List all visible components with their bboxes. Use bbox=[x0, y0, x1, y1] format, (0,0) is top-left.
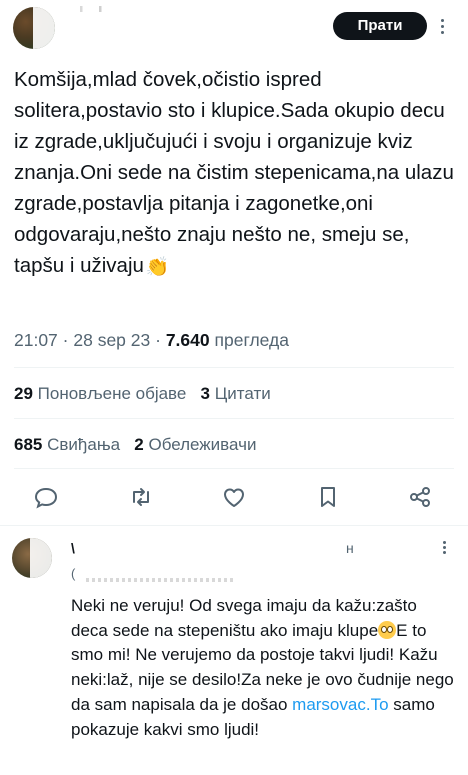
reply-more-options-icon[interactable] bbox=[436, 538, 454, 556]
likes-count: 685 bbox=[14, 435, 43, 454]
divider bbox=[14, 367, 454, 368]
reply-post[interactable]: \ ( н Neki ne veruju! Od svega imaju da … bbox=[0, 526, 468, 775]
stats-row-likes: 685 Свиђања 2 Обележивачи bbox=[14, 435, 256, 455]
likes-label: Свиђања bbox=[47, 435, 121, 454]
reply-icon[interactable] bbox=[33, 482, 59, 512]
post-date[interactable]: 28 sep 23 bbox=[73, 330, 150, 350]
meta-separator: · bbox=[62, 330, 69, 350]
post-time[interactable]: 21:07 bbox=[14, 330, 58, 350]
bookmark-icon[interactable] bbox=[315, 482, 341, 512]
post-text-body: Komšija,mlad čovek,očistio ispred solite… bbox=[14, 68, 454, 277]
post-header: Прати bbox=[0, 0, 468, 56]
post-text: Komšija,mlad čovek,očistio ispred solite… bbox=[14, 64, 454, 283]
author-name-redacted bbox=[68, 6, 128, 12]
divider bbox=[14, 418, 454, 419]
reply-link[interactable]: marsovac.To bbox=[292, 695, 388, 714]
like-icon[interactable] bbox=[221, 482, 247, 512]
reposts-stat[interactable]: 29 Поновљене објаве bbox=[14, 384, 186, 403]
more-options-icon[interactable] bbox=[432, 15, 454, 37]
reposts-count: 29 bbox=[14, 384, 33, 403]
rolling-eyes-emoji bbox=[378, 620, 397, 639]
reply-text: Neki ne veruju! Od svega imaju da kažu:z… bbox=[71, 594, 455, 742]
views-count: 7.640 bbox=[165, 330, 210, 350]
clapping-hands-emoji: 👏 bbox=[145, 257, 170, 278]
reposts-label: Поновљене објаве bbox=[37, 384, 187, 403]
reply-handle-redacted bbox=[86, 578, 236, 582]
quotes-count: 3 bbox=[200, 384, 210, 403]
likes-stat[interactable]: 685 Свиђања bbox=[14, 435, 120, 454]
action-bar bbox=[0, 482, 468, 514]
reply-text-part-1: Neki ne veruju! Od svega imaju da kažu:z… bbox=[71, 596, 417, 640]
quotes-label: Цитати bbox=[214, 384, 271, 403]
reply-author-avatar[interactable] bbox=[12, 538, 52, 578]
divider bbox=[14, 468, 454, 469]
reply-time[interactable]: н bbox=[346, 540, 354, 556]
bookmarks-stat[interactable]: 2 Обележивачи bbox=[134, 435, 256, 454]
bookmarks-count: 2 bbox=[134, 435, 144, 454]
stats-row-reposts: 29 Поновљене објаве 3 Цитати bbox=[14, 384, 271, 404]
reply-author-handle[interactable]: ( bbox=[71, 566, 75, 581]
author-avatar[interactable] bbox=[13, 7, 55, 49]
reply-author-name[interactable]: \ bbox=[71, 540, 75, 556]
views-label: прегледа bbox=[214, 330, 289, 350]
quotes-stat[interactable]: 3 Цитати bbox=[201, 384, 271, 403]
meta-separator: · bbox=[155, 330, 161, 350]
repost-icon[interactable] bbox=[128, 482, 154, 512]
follow-button[interactable]: Прати bbox=[333, 12, 427, 40]
post-meta: 21:07 · 28 sep 23 · 7.640 прегледа bbox=[14, 330, 289, 351]
bookmarks-label: Обележивачи bbox=[148, 435, 257, 454]
share-icon[interactable] bbox=[407, 482, 433, 512]
